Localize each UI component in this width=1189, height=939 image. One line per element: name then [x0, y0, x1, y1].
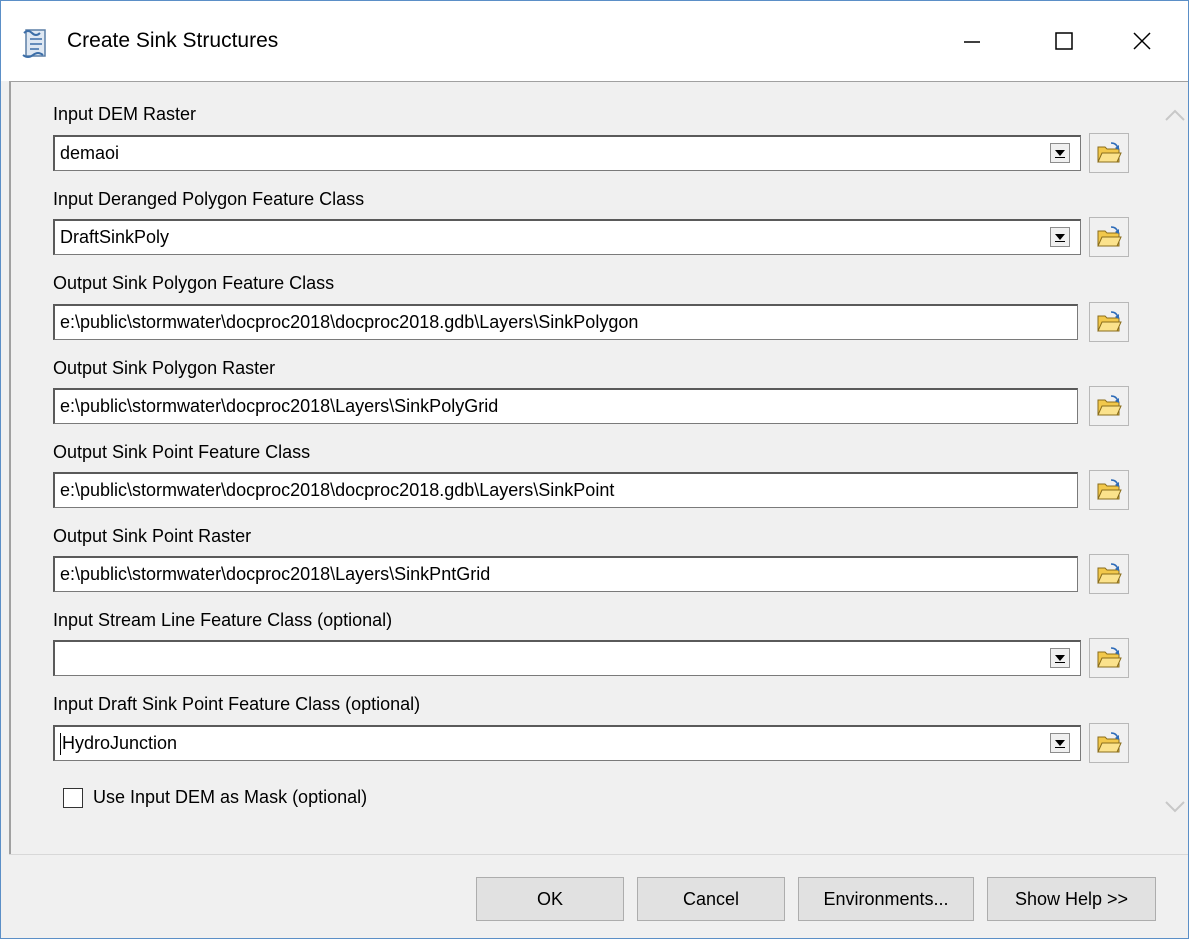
script-tool-icon: [19, 27, 53, 61]
browse-button[interactable]: [1089, 386, 1129, 426]
title-bar[interactable]: Create Sink Structures: [1, 1, 1188, 81]
cancel-button[interactable]: Cancel: [637, 877, 785, 921]
browse-button[interactable]: [1089, 638, 1129, 678]
combo-value: HydroJunction: [62, 733, 178, 753]
minimize-icon: [964, 41, 980, 43]
minimize-button[interactable]: [926, 1, 1018, 81]
output-sink-point-raster-field[interactable]: e:\public\stormwater\docproc2018\Layers\…: [53, 556, 1078, 592]
environments-button[interactable]: Environments...: [798, 877, 974, 921]
dropdown-button[interactable]: [1050, 227, 1070, 247]
parameters-panel: Input DEM Raster demaoi Input Deranged P…: [9, 81, 1188, 854]
dropdown-arrow-icon: [1055, 234, 1065, 242]
param-label-output-sink-point-raster: Output Sink Point Raster: [53, 526, 252, 546]
param-label-output-sink-polygon-raster: Output Sink Polygon Raster: [53, 358, 276, 378]
window-title: Create Sink Structures: [67, 29, 279, 52]
folder-open-icon: [1097, 732, 1122, 753]
show-help-button[interactable]: Show Help >>: [987, 877, 1156, 921]
text-caret: [60, 733, 61, 756]
dropdown-arrow-icon: [1055, 655, 1065, 663]
scroll-down-arrow-icon[interactable]: [1164, 800, 1186, 814]
ok-button[interactable]: OK: [476, 877, 624, 921]
combo-value: demaoi: [60, 143, 120, 163]
param-label-output-sink-polygon-fc: Output Sink Polygon Feature Class: [53, 273, 335, 293]
browse-button[interactable]: [1089, 217, 1129, 257]
input-deranged-polygon-combo[interactable]: DraftSinkPoly: [53, 219, 1081, 255]
folder-open-icon: [1097, 395, 1122, 416]
dropdown-button[interactable]: [1050, 733, 1070, 753]
dropdown-arrow-icon: [1055, 740, 1065, 748]
dropdown-button[interactable]: [1050, 143, 1070, 163]
folder-open-icon: [1097, 647, 1122, 668]
browse-button[interactable]: [1089, 470, 1129, 510]
use-dem-mask-checkbox[interactable]: [63, 788, 83, 808]
maximize-icon: [1055, 32, 1073, 50]
browse-button[interactable]: [1089, 133, 1129, 173]
param-label-input-stream-line: Input Stream Line Feature Class (optiona…: [53, 610, 393, 630]
dialog-window: Create Sink Structures Input DEM Raster …: [0, 0, 1189, 939]
folder-open-icon: [1097, 226, 1122, 247]
folder-open-icon: [1097, 479, 1122, 500]
folder-open-icon: [1097, 142, 1122, 163]
footer-divider: [9, 854, 1188, 855]
param-label-output-sink-point-fc: Output Sink Point Feature Class: [53, 442, 311, 462]
input-stream-line-combo[interactable]: [53, 640, 1081, 676]
close-button[interactable]: [1096, 1, 1188, 81]
dropdown-arrow-icon: [1055, 150, 1065, 158]
input-draft-sink-point-combo[interactable]: HydroJunction: [53, 725, 1081, 761]
output-sink-point-fc-field[interactable]: e:\public\stormwater\docproc2018\docproc…: [53, 472, 1078, 508]
input-dem-raster-combo[interactable]: demaoi: [53, 135, 1081, 171]
browse-button[interactable]: [1089, 723, 1129, 763]
output-sink-polygon-raster-field[interactable]: e:\public\stormwater\docproc2018\Layers\…: [53, 388, 1078, 424]
param-label-input-deranged-polygon: Input Deranged Polygon Feature Class: [53, 189, 365, 209]
browse-button[interactable]: [1089, 302, 1129, 342]
dropdown-button[interactable]: [1050, 648, 1070, 668]
close-icon: [1133, 32, 1151, 50]
use-dem-mask-label[interactable]: Use Input DEM as Mask (optional): [93, 787, 367, 808]
browse-button[interactable]: [1089, 554, 1129, 594]
output-sink-polygon-fc-field[interactable]: e:\public\stormwater\docproc2018\docproc…: [53, 304, 1078, 340]
folder-open-icon: [1097, 563, 1122, 584]
scroll-up-arrow-icon[interactable]: [1164, 108, 1186, 122]
combo-value: DraftSinkPoly: [60, 227, 170, 247]
folder-open-icon: [1097, 311, 1122, 332]
param-label-input-draft-sink-point: Input Draft Sink Point Feature Class (op…: [53, 694, 421, 714]
param-label-input-dem-raster: Input DEM Raster: [53, 104, 197, 124]
